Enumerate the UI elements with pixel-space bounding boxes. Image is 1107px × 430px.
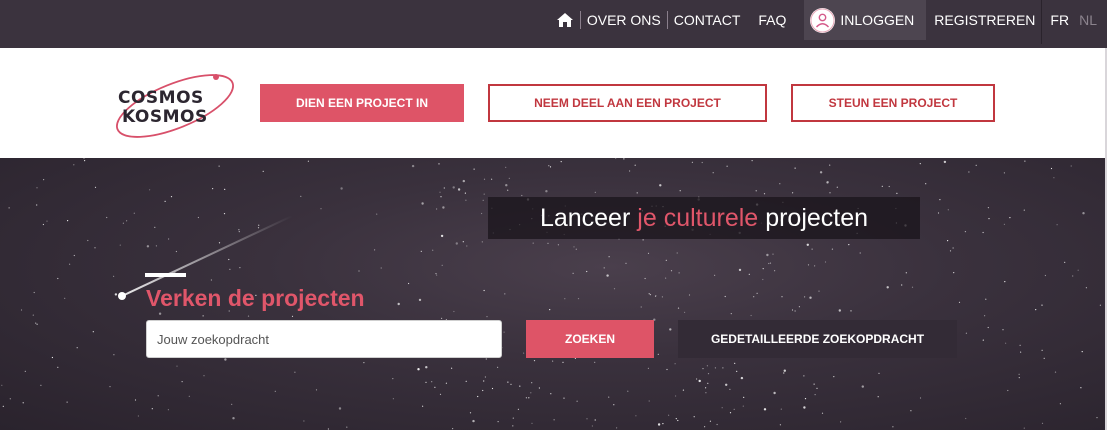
login-button[interactable]: INLOGGEN: [804, 0, 927, 40]
nav-over-ons[interactable]: OVER ONS: [581, 0, 667, 40]
search-button[interactable]: ZOEKEN: [526, 320, 654, 358]
tagline: Lanceer je culturele projecten: [488, 197, 920, 239]
lang-nl[interactable]: NL: [1077, 0, 1103, 40]
site-header: COSMOS KOSMOS DIEN EEN PROJECT IN NEEM D…: [0, 48, 1105, 158]
logo[interactable]: COSMOS KOSMOS: [110, 70, 240, 142]
join-project-button[interactable]: NEEM DEEL AAN EEN PROJECT: [488, 84, 767, 122]
tagline-accent: je culturele: [637, 203, 759, 232]
register-link[interactable]: REGISTREREN: [926, 0, 1041, 40]
advanced-search-button[interactable]: GEDETAILLEERDE ZOEKOPDRACHT: [678, 320, 957, 358]
explore-title: Verken de projecten: [146, 285, 365, 311]
hero-section: Lanceer je culturele projecten Verken de…: [0, 158, 1105, 430]
home-icon: [556, 13, 573, 27]
lang-fr[interactable]: FR: [1042, 0, 1077, 40]
user-icon: [810, 7, 836, 33]
logo-line2: KOSMOS: [122, 107, 208, 127]
title-dash: [145, 273, 186, 277]
nav-faq[interactable]: FAQ: [752, 0, 792, 40]
login-label: INLOGGEN: [840, 12, 915, 28]
tagline-part2: projecten: [765, 203, 869, 232]
search-input[interactable]: [146, 320, 502, 358]
top-nav: OVER ONS CONTACT FAQ INLOGGEN REGISTRERE…: [556, 0, 1107, 44]
logo-line1: COSMOS: [118, 88, 204, 108]
support-project-button[interactable]: STEUN EEN PROJECT: [791, 84, 995, 122]
tagline-part1: Lanceer: [539, 203, 631, 232]
top-bar: OVER ONS CONTACT FAQ INLOGGEN REGISTRERE…: [0, 0, 1107, 48]
home-link[interactable]: [556, 0, 580, 40]
submit-project-button[interactable]: DIEN EEN PROJECT IN: [260, 84, 464, 122]
nav-contact[interactable]: CONTACT: [668, 0, 747, 40]
